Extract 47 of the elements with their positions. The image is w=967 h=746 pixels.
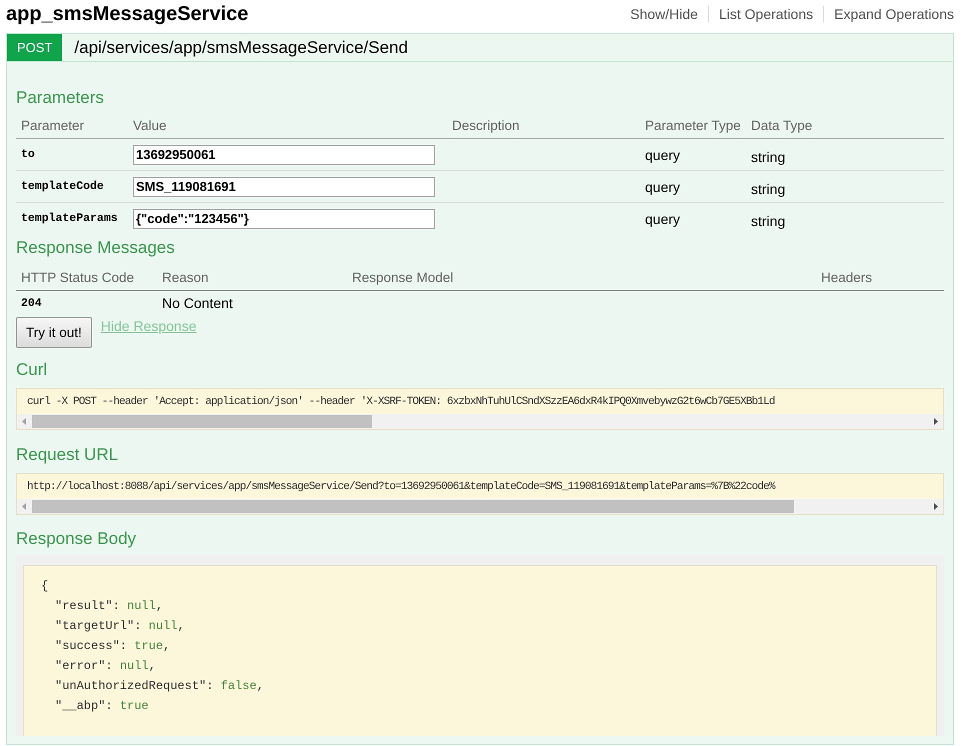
resource-title: app_smsMessageService xyxy=(6,2,248,26)
value-field[interactable]: {"code":"123456"} xyxy=(133,208,435,228)
section-heading: Parameters xyxy=(16,88,105,108)
value-field[interactable]: 13692950061 xyxy=(133,144,435,164)
operation-path: /api/services/app/smsMessageService/Send xyxy=(74,38,408,58)
parameter-name: templateCode xyxy=(21,180,104,193)
operation-header[interactable]: POST /api/services/app/smsMessageService/Send xyxy=(7,34,953,62)
json-line: "__abp": true xyxy=(54,698,150,715)
try-it-out-button[interactable]: Try it out! xyxy=(16,317,92,348)
column-header: Response Model xyxy=(347,264,816,291)
json-line: "unAuthorizedRequest": false, xyxy=(54,678,265,695)
reason-text: No Content xyxy=(162,295,233,311)
horizontal-scrollbar[interactable] xyxy=(17,414,943,429)
method-badge: POST xyxy=(7,34,62,61)
json-line: "targetUrl": null, xyxy=(54,618,186,635)
parameter-type: query xyxy=(645,178,680,194)
column-header: Data Type xyxy=(746,112,944,139)
curl-command: curl -X POST --header 'Accept: application/json' --header 'X-XSRF-TOKEN: 6xzbxNhTuhUlCSndXSzzEA6dxR4kIPQ0XmvebywzG2t6wCb7GE5XBb1Ld xyxy=(26,395,776,410)
column-header: Headers xyxy=(816,264,944,291)
value-field[interactable]: SMS_119081691 xyxy=(133,176,435,196)
json-line: "success": true, xyxy=(54,638,172,655)
parameter-name: templateParams xyxy=(21,212,118,225)
section-heading: Response Body xyxy=(16,529,138,549)
column-header: Description xyxy=(447,112,640,139)
column-header: HTTP Status Code xyxy=(16,264,157,291)
json-brace: { xyxy=(41,578,50,595)
section-heading: Request URL xyxy=(16,445,120,465)
parameter-name: to xyxy=(21,148,35,161)
header-link[interactable]: Show/Hide xyxy=(620,6,708,22)
status-code: 204 xyxy=(21,296,42,310)
column-header: Parameter Type xyxy=(640,112,746,139)
column-header: Value xyxy=(128,112,447,139)
horizontal-scrollbar[interactable] xyxy=(17,499,943,514)
header-link[interactable]: Expand Operations xyxy=(823,6,954,22)
parameter-type: query xyxy=(645,146,680,162)
data-type: string xyxy=(751,180,786,196)
data-type: string xyxy=(751,148,786,164)
data-type: string xyxy=(751,212,786,228)
header-link[interactable]: List Operations xyxy=(708,6,824,22)
parameter-type: query xyxy=(645,210,680,226)
column-header: Parameter xyxy=(16,112,128,139)
column-header: Reason xyxy=(157,264,347,291)
section-heading: Response Messages xyxy=(16,238,176,258)
json-line: "error": null, xyxy=(54,658,157,675)
request-url-text: http://localhost:8088/api/services/app/smsMessageService/Send?to=13692950061&templateCode=SMS_119081691&templateParams=%7B%22code% xyxy=(26,480,776,495)
section-heading: Curl xyxy=(16,360,48,380)
json-line: "result": null, xyxy=(54,598,164,615)
